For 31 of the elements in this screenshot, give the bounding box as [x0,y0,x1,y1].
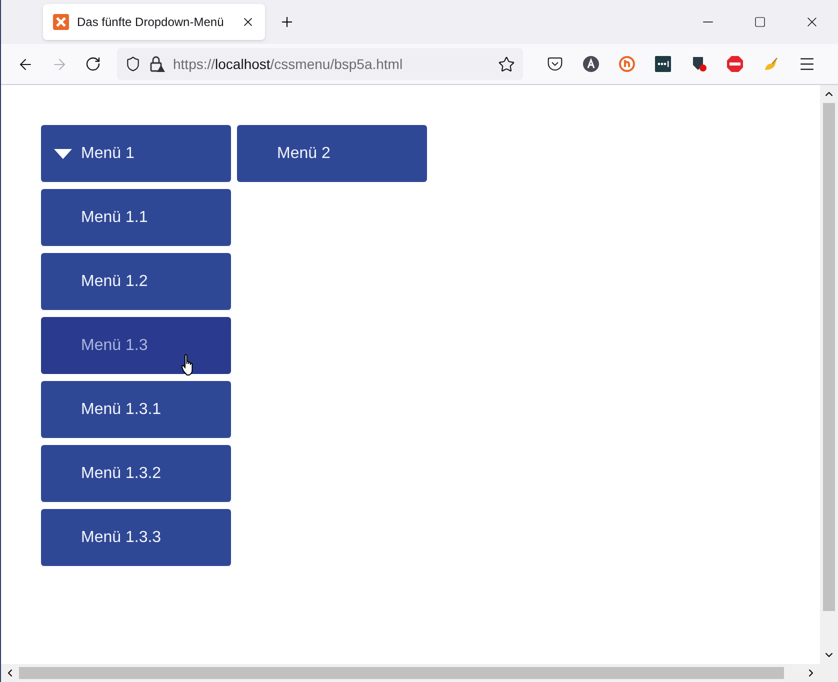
shield-badge-icon [691,56,707,72]
pocket-icon [547,56,563,72]
horizontal-scrollbar[interactable] [1,664,820,682]
menu-item[interactable]: Menü 2 [237,125,427,182]
menu-item[interactable]: Menü 1.3 [41,317,231,374]
browser-tab[interactable]: Das fünfte Dropdown-Menü [43,4,265,40]
menu-item[interactable]: Menü 1.3.1 [41,381,231,438]
reload-icon [85,56,101,72]
bookmark-star-icon[interactable] [498,56,515,72]
address-bar[interactable]: https://localhost/cssmenu/bsp5a.html [117,48,523,80]
letter-h-circle-icon [619,56,635,72]
tab-title: Das fünfte Dropdown-Menü [77,14,225,31]
new-tab-icon[interactable] [279,14,295,30]
letter-circle-icon [583,56,599,72]
menu-item[interactable]: Menü 1.2 [41,253,231,310]
close-icon[interactable] [241,15,255,29]
menu-item[interactable]: Menü 1.1 [41,189,231,246]
brush-icon [763,56,779,72]
menu-item[interactable]: Menü 1 [41,125,231,182]
menu-item[interactable]: Menü 1.3.3 [41,509,231,566]
dots-square-icon [655,56,671,72]
vertical-scrollbar[interactable] [820,85,838,682]
app-logo-icon [53,14,69,30]
menu-item[interactable]: Menü 1.3.2 [41,445,231,502]
stop-sign-icon [726,55,744,73]
caret-down-icon [54,149,72,159]
menu-icon [798,55,816,73]
shield-icon [125,56,141,72]
maximize-icon[interactable] [754,16,766,28]
lock-warning-icon [149,56,165,72]
url-text: https://localhost/cssmenu/bsp5a.html [173,54,404,74]
